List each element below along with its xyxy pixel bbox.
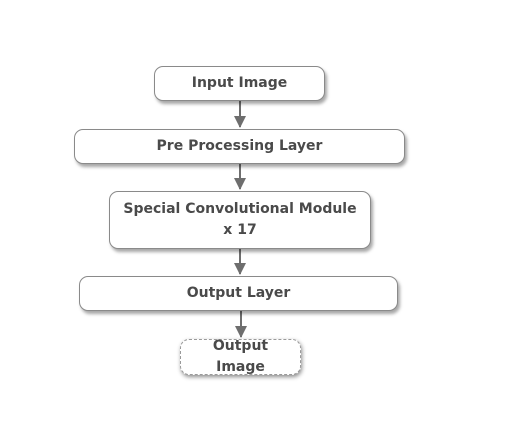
special-convolutional-module-node: Special Convolutional Module x 17 [109,191,371,249]
output-layer-node: Output Layer [79,276,398,311]
pre-processing-layer-node: Pre Processing Layer [74,129,405,164]
flowchart: Input Image Pre Processing Layer Special… [0,0,511,432]
input-image-node: Input Image [154,66,325,101]
output-layer-label: Output Layer [186,285,291,301]
input-image-label: Input Image [191,75,288,91]
arrowhead-preprocessing-to-module [234,178,246,190]
pre-processing-layer-label: Pre Processing Layer [156,138,323,154]
arrowhead-module-to-output-layer [234,263,246,275]
output-image-label: Output Image [212,338,269,375]
special-convolutional-module-label: Special Convolutional Module x 17 [123,201,357,238]
output-image-node: Output Image [180,338,301,375]
arrowhead-input-to-preprocessing [234,116,246,128]
